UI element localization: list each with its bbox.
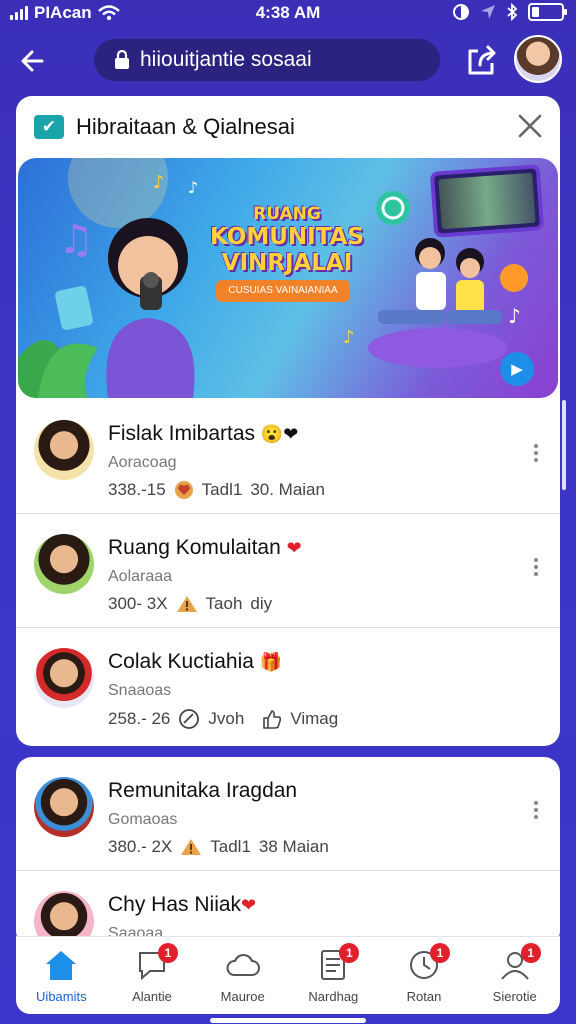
svg-text:♫: ♫ [58,217,94,263]
community-card-2: Remunitaka Iragdan Gomaoas 380.- 2X Tadl… [16,757,560,947]
tab-profile[interactable]: 1 Sierotie [469,937,560,1014]
notification-badge: 1 [339,943,360,963]
item-meta: 380.- 2X Tadl1 38 Maian [108,837,329,856]
address-bar[interactable]: hiiouitjantie sosaai [94,39,440,81]
tab-history[interactable]: 1 Rotan [379,937,470,1014]
moon-icon [453,4,469,20]
avatar [34,777,94,837]
item-subtitle: Snaaoas [108,682,172,699]
list-item[interactable]: Fislak Imibartas 😮❤ Aoracoag 338.-15 Tad… [16,400,560,514]
list-item[interactable]: Remunitaka Iragdan Gomaoas 380.- 2X Tadl… [16,757,560,871]
tab-label: Sierotie [492,989,537,1004]
more-options-icon[interactable] [532,442,540,464]
thumbs-up-icon [263,710,282,729]
item-subtitle: Gomaoas [108,811,178,828]
bottom-tab-bar: Uibamits 1 Alantie Mauroe 1 Nardhag 1 Ro… [16,936,560,1014]
tab-label: Mauroe [220,989,265,1004]
cloud-icon [226,954,260,976]
item-title: Colak Kuctiahia 🎁 [108,650,283,673]
community-list: Fislak Imibartas 😮❤ Aoracoag 338.-15 Tad… [16,400,560,742]
item-meta: 258.- 26 Jvoh Vimag [108,709,339,729]
tab-label: Alantie [132,989,172,1004]
warning-icon [176,596,197,612]
card-header: ✔ Hibraitaan & Qialnesai [16,96,560,158]
notification-badge: 1 [158,943,178,963]
tab-label: Uibamits [36,989,87,1004]
more-options-icon[interactable] [532,799,540,821]
more-options-icon[interactable] [532,556,540,578]
address-text: hiiouitjantie sosaai [140,48,312,71]
svg-text:♪: ♪ [343,327,355,348]
browser-nav-bar: hiiouitjantie sosaai [0,34,576,88]
notification-badge: 1 [520,943,541,963]
item-title: Fislak Imibartas 😮❤ [108,422,299,445]
tablet-graphic [429,164,545,238]
share-icon[interactable] [464,43,498,77]
tab-cloud[interactable]: Mauroe [197,937,288,1014]
tab-alerts[interactable]: 1 Alantie [107,937,198,1014]
heart-badge-icon [174,481,193,499]
avatar [34,648,94,708]
avatar [34,420,94,480]
back-arrow-icon[interactable] [16,44,50,78]
tab-documents[interactable]: 1 Nardhag [288,937,379,1014]
card-title: Hibraitaan & Qialnesai [76,114,295,139]
promo-banner[interactable]: ♫ ♪ ♪ ♪ ♪ RUANG KOMUNITAS VINRJALAI CUSU… [18,158,558,398]
community-card: ✔ Hibraitaan & Qialnesai ♫ ♪ ♪ ♪ ♪ RUANG… [16,96,560,746]
list-item[interactable]: Ruang Komulaitan ❤ Aolaraaa 300- 3X Taoh… [16,514,560,628]
warning-icon [181,839,202,855]
banner-subtitle: CUSUIAS VAINAIANIAA [216,280,350,302]
item-title: Chy Has Niiak❤ [108,893,257,916]
item-meta: 338.-15 Tadl1 30. Maian [108,480,325,499]
home-icon [46,951,77,980]
bluetooth-icon [507,3,518,21]
close-icon[interactable] [516,112,544,140]
checkbox-icon[interactable]: ✔ [34,115,64,139]
svg-text:♪: ♪ [188,178,198,197]
svg-text:♪: ♪ [508,304,521,328]
lock-icon [115,50,129,69]
home-indicator[interactable] [210,1018,366,1023]
location-icon [481,5,495,19]
tab-label: Nardhag [308,989,359,1004]
svg-text:♪: ♪ [153,172,165,193]
banner-title: RUANG KOMUNITAS VINRJALAI [210,204,364,276]
status-bar: PIAcan 4:38 AM [0,0,576,28]
search-icon [179,709,200,729]
play-icon[interactable]: ▶ [500,352,534,386]
item-subtitle: Aolaraaa [108,568,173,585]
notification-badge: 1 [430,943,451,963]
avatar[interactable] [514,35,562,83]
scrollbar[interactable] [562,400,566,490]
tab-home[interactable]: Uibamits [16,937,107,1014]
tab-label: Rotan [406,989,442,1004]
item-title: Remunitaka Iragdan [108,779,298,802]
item-meta: 300- 3X Taoh diy [108,594,273,613]
list-item[interactable]: Colak Kuctiahia 🎁 Snaaoas 258.- 26 Jvoh … [16,628,560,742]
item-subtitle: Aoracoag [108,454,177,471]
item-title: Ruang Komulaitan ❤ [108,536,302,559]
avatar [34,534,94,594]
battery-icon [528,3,567,21]
